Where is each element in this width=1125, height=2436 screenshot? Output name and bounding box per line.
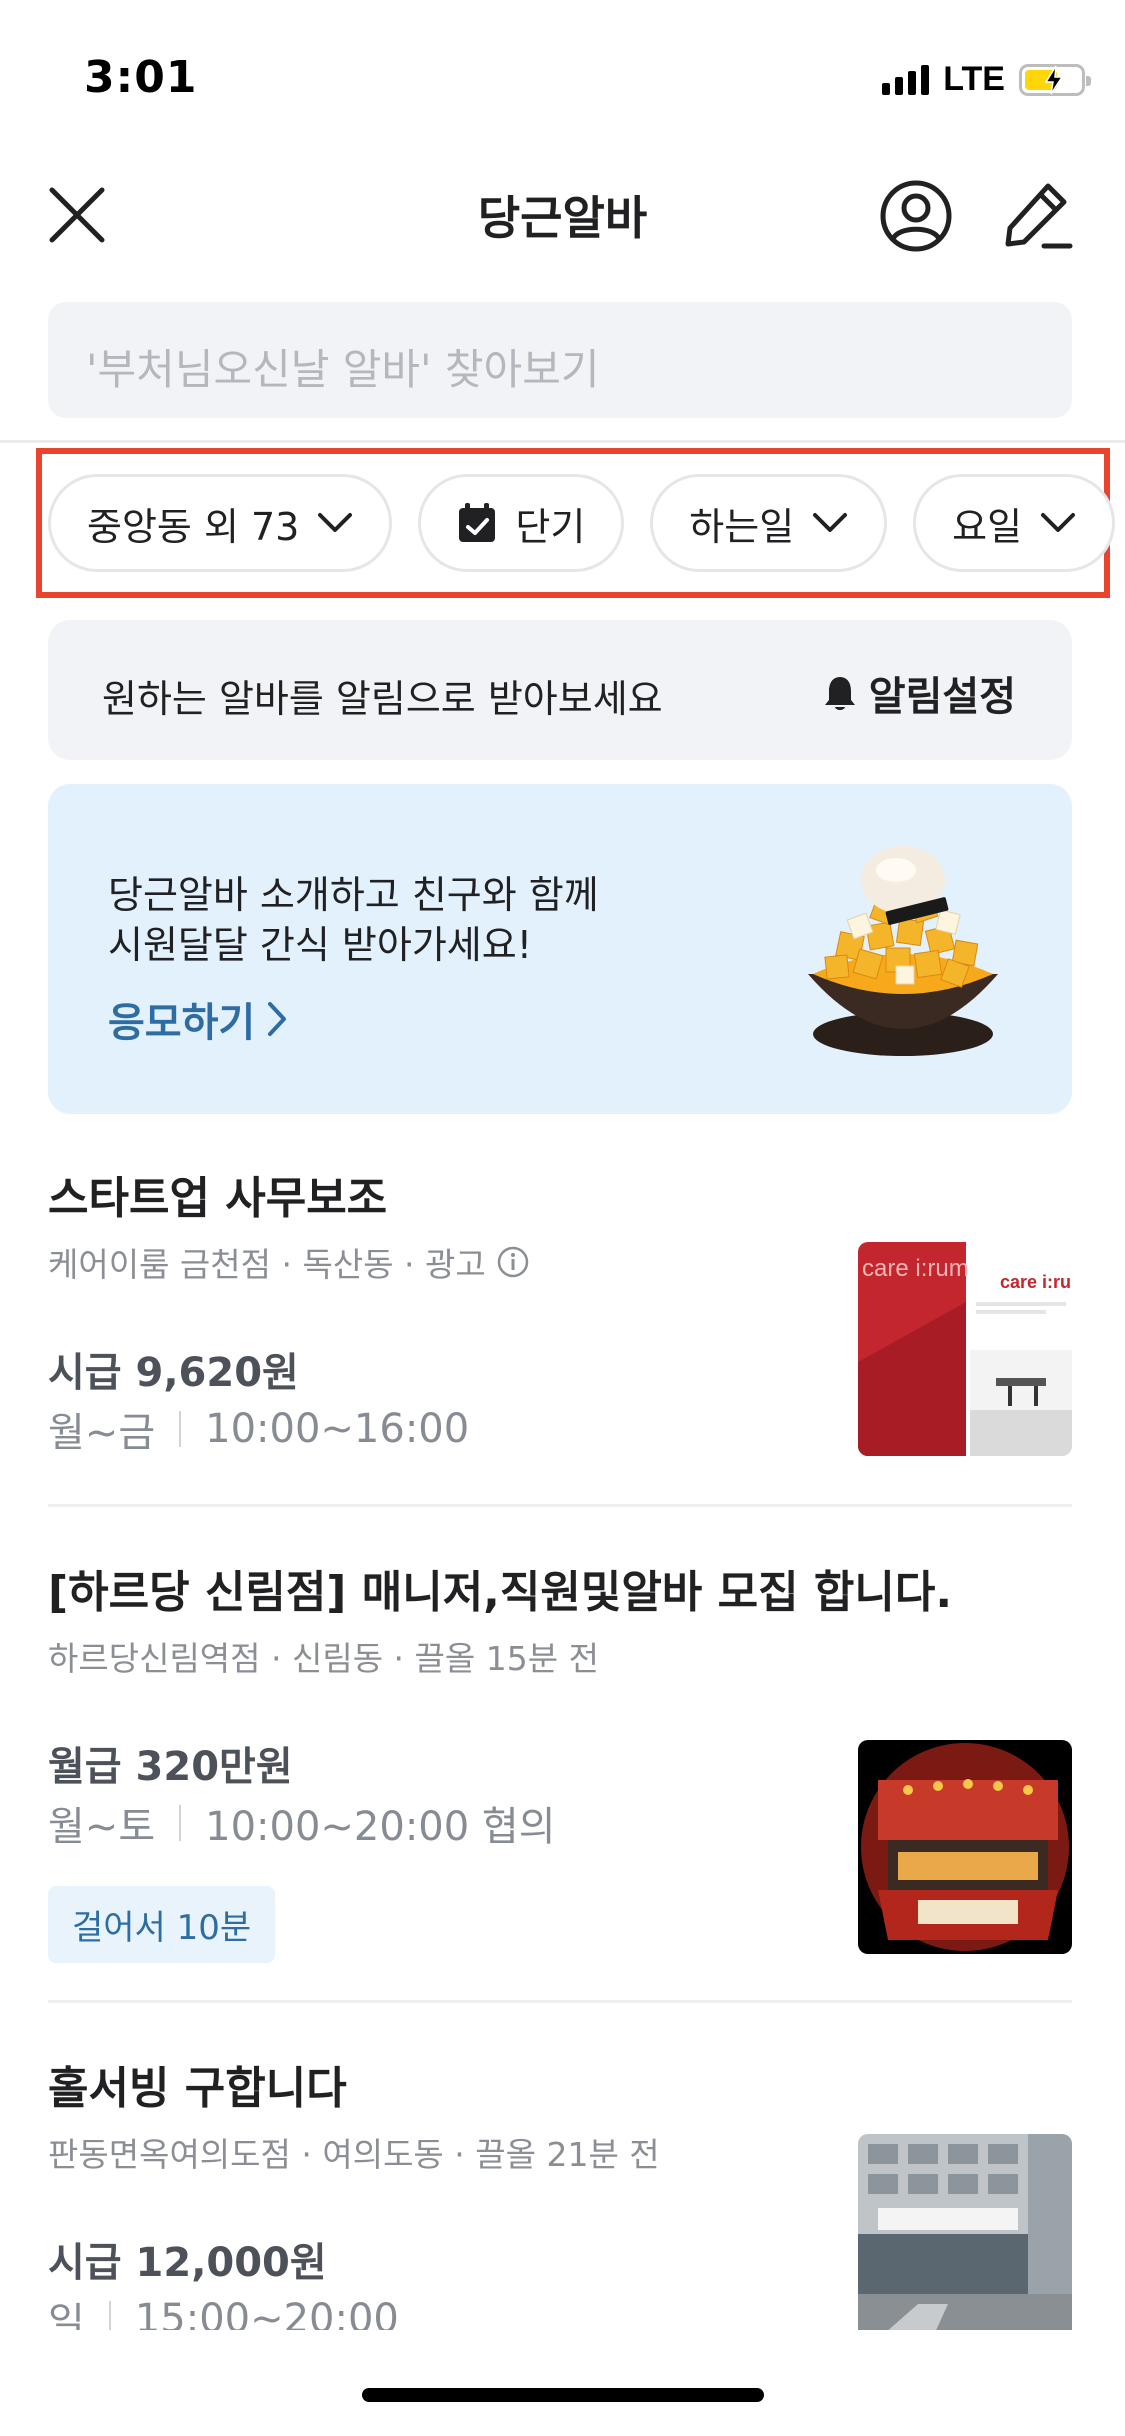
filter-chip-location[interactable]: 중앙동 외 73 — [48, 474, 393, 572]
bell-icon — [824, 677, 855, 710]
listing-meta-text: 케어이룸 금천점 · 독산동 · 광고 — [48, 1245, 486, 1284]
listing-schedule: 월~금 10:00~16:00 — [48, 1400, 469, 1458]
filter-chip-weekday[interactable]: 요일 — [913, 474, 1116, 572]
job-alert-banner: 원하는 알바를 알림으로 받아보세요 알림설정 — [48, 620, 1072, 760]
status-bar: 3:01 LTE — [0, 0, 1125, 150]
filter-chip-short-term[interactable]: 단기 — [418, 474, 625, 572]
distance-badge: 걸어서 10분 — [48, 1886, 276, 1963]
info-icon[interactable] — [496, 1245, 530, 1279]
app-header: 당근알바 — [0, 160, 1125, 270]
page-title: 당근알바 — [477, 191, 648, 245]
profile-button[interactable] — [878, 178, 954, 254]
listing-hours: 10:00~16:00 — [205, 1406, 470, 1452]
write-button[interactable] — [1000, 178, 1076, 254]
search-input[interactable]: '부처님오신날 알바' 찾아보기 — [48, 302, 1072, 418]
battery-icon — [1019, 63, 1091, 96]
listing-pay: 시급 9,620원 — [48, 1350, 299, 1396]
status-time: 3:01 — [84, 52, 198, 103]
listing-title: 홀서빙 구합니다 — [48, 2063, 347, 2114]
network-label: LTE — [943, 60, 1005, 98]
filter-chip-label: 단기 — [515, 504, 586, 549]
chevron-down-icon — [1041, 513, 1076, 532]
listing-title: 스타트업 사무보조 — [48, 1173, 388, 1224]
search-placeholder: '부처님오신날 알바' 찾아보기 — [86, 345, 600, 394]
listing-pay: 월급 320만원 — [48, 1744, 293, 1790]
promo-apply-label: 응모하기 — [108, 1000, 256, 1046]
filter-chip-job-type[interactable]: 하는일 — [650, 474, 888, 572]
listing-hours: 10:00~20:00 협의 — [205, 1804, 556, 1850]
listing-pay: 시급 12,000원 — [48, 2240, 327, 2286]
thumbnail-logo-text: care i:rum — [862, 1255, 969, 1282]
listing-meta: 하르당신림역점 · 신림동 · 끌올 15분 전 — [48, 1632, 599, 1680]
list-divider — [48, 1504, 1072, 1507]
chevron-down-icon — [813, 513, 848, 532]
home-indicator[interactable] — [362, 2388, 764, 2402]
listing-meta-text: 하르당신림역점 · 신림동 · 끌올 15분 전 — [48, 1639, 599, 1678]
listing-title: [하르당 신림점] 매니저,직원및알바 모집 합니다. — [48, 1567, 953, 1618]
promo-banner[interactable]: 당근알바 소개하고 친구와 함께 시원달달 간식 받아가세요! 응모하기 — [48, 784, 1072, 1114]
alert-banner-text: 원하는 알바를 알림으로 받아보세요 — [102, 677, 663, 721]
signal-icon — [882, 64, 930, 95]
job-listing[interactable]: 스타트업 사무보조 케어이룸 금천점 · 독산동 · 광고 시급 9,620원 … — [48, 1162, 1072, 1462]
chevron-down-icon — [318, 513, 353, 532]
listing-thumbnail: care i:rum care i:rum — [858, 1242, 1072, 1456]
bottom-safe-area — [0, 2330, 1125, 2436]
svg-text:care i:rum: care i:rum — [1000, 1272, 1072, 1292]
listing-meta: 케어이룸 금천점 · 독산동 · 광고 — [48, 1238, 530, 1286]
profile-icon — [880, 180, 952, 252]
divider — [0, 440, 1125, 443]
chevron-right-icon — [268, 1002, 287, 1036]
bingsu-image — [808, 846, 998, 1056]
listing-meta: 판동면옥여의도점 · 여의도동 · 끌올 21분 전 — [48, 2128, 660, 2176]
calendar-icon — [459, 503, 496, 542]
listing-days: 월~금 — [48, 1410, 156, 1456]
filter-bar: 중앙동 외 73 단기 하는일 요일 — [48, 474, 1116, 572]
listing-days: 월~토 — [48, 1804, 156, 1850]
promo-apply-link[interactable]: 응모하기 — [108, 990, 287, 1048]
job-listing[interactable]: [하르당 신림점] 매니저,직원및알바 모집 합니다. 하르당신림역점 · 신림… — [48, 1556, 1072, 1976]
list-divider — [48, 2000, 1072, 2003]
promo-text-line2: 시원달달 간식 받아가세요! — [108, 923, 532, 967]
listing-meta-text: 판동면옥여의도점 · 여의도동 · 끌올 21분 전 — [48, 2135, 660, 2174]
pencil-icon — [1005, 183, 1073, 249]
listing-thumbnail — [858, 2134, 1072, 2348]
filter-chip-label: 하는일 — [689, 504, 795, 549]
listing-schedule: 월~토 10:00~20:00 협의 — [48, 1794, 556, 1852]
filter-chip-label: 요일 — [952, 504, 1023, 549]
filter-chip-label: 중앙동 외 73 — [87, 504, 300, 549]
alert-settings-label: 알림설정 — [868, 674, 1016, 720]
alert-settings-button[interactable]: 알림설정 — [823, 664, 1016, 722]
promo-text-line1: 당근알바 소개하고 친구와 함께 — [108, 873, 599, 917]
status-indicators: LTE — [882, 60, 1091, 99]
listing-thumbnail — [858, 1740, 1072, 1954]
